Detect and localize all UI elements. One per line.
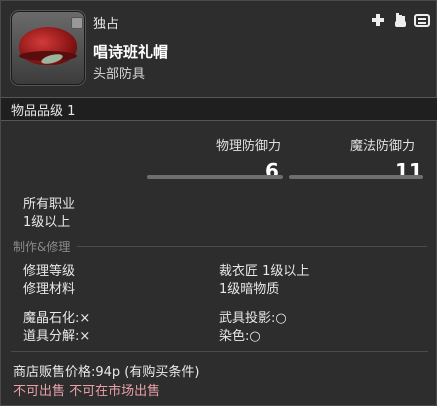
repair-level-value: 裁衣匠 1级以上 [219,264,310,279]
item-category: 头部防具 [93,67,146,82]
class-requirement: 所有职业 [23,197,76,212]
magic-defense-bar [289,175,423,179]
shop-sell-price: 商店贩售价格:94p (有购买条件) [13,365,200,380]
physical-defense-bar [147,175,283,179]
unique-marker-icon [71,17,83,29]
plus-icon[interactable] [370,11,386,29]
tooltip-icons [370,11,430,29]
shop-divider [11,351,428,352]
crafting-section-header: 制作&修理 [13,240,71,254]
section-divider [77,246,427,247]
repair-material-label: 修理材料 [23,282,76,297]
item-icon [11,11,85,85]
repair-material-value: 1级暗物质 [219,282,280,297]
dye-status: 染色:○ [219,329,261,344]
level-requirement: 1级以上 [23,215,71,230]
physical-defense-label: 物理防御力 [216,139,282,154]
desynth-status: 道具分解:× [23,329,91,344]
item-level-bar: 物品品级 1 [1,97,437,121]
materia-status: 魔晶石化:× [23,311,91,326]
repair-level-label: 修理等级 [23,264,76,279]
physical-defense-value: 6 [265,159,279,183]
item-tooltip: 独占 唱诗班礼帽 头部防具 物品品级 1 物理防御力 6 魔法防御力 11 所有… [0,0,437,406]
item-level: 物品品级 1 [11,104,76,119]
gearset-icon[interactable] [414,11,430,29]
hand-icon[interactable] [392,11,408,29]
magic-defense-value: 11 [395,159,423,183]
unique-tag: 独占 [93,17,120,32]
projection-status: 武具投影:○ [219,311,287,326]
magic-defense-label: 魔法防御力 [350,139,416,154]
item-name: 唱诗班礼帽 [93,43,169,61]
tooltip-header: 独占 唱诗班礼帽 头部防具 [1,1,437,97]
sell-restriction: 不可出售 不可在市场出售 [13,384,161,399]
